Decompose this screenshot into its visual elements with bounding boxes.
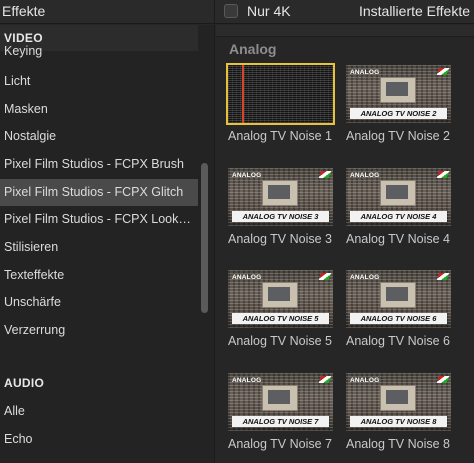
thumb-tag: ANALOG [232, 172, 262, 179]
browser-header: Effekte Nur 4K Installierte Effekte [0, 0, 474, 24]
effect-thumbnail[interactable]: ANALOG ANALOG TV NOISE 3 [228, 168, 333, 226]
header-left: Effekte [0, 0, 215, 24]
effect-thumbnail[interactable]: ANALOG ANALOG TV NOISE 7 [228, 373, 333, 431]
sidebar-item-label: Pixel Film Studios - FCPX Look… [4, 212, 191, 226]
category-sidebar[interactable]: VIDEO Keying VIDEO Licht Masken Nostalgi… [0, 25, 215, 463]
thumb-banner: ANALOG TV NOISE 5 [232, 313, 329, 324]
effect-label: Analog TV Noise 1 [228, 129, 332, 143]
effect-thumbnail[interactable]: ANALOG ANALOG TV NOISE 6 [346, 270, 451, 328]
sidebar-item-verzerrung[interactable]: Verzerrung [0, 317, 198, 344]
group-title: Analog [229, 41, 277, 57]
4k-only-label[interactable]: Nur 4K [247, 3, 291, 19]
thumb-banner: ANALOG TV NOISE 4 [350, 211, 447, 222]
sidebar-item-label: Pixel Film Studios - FCPX Brush [4, 157, 184, 171]
effect-thumbnail[interactable]: ANALOG ANALOG TV NOISE 8 [346, 373, 451, 431]
thumb-banner: ANALOG TV NOISE 8 [350, 416, 447, 427]
sidebar-item-nostalgie[interactable]: Nostalgie [0, 123, 198, 150]
retro-computer-image [380, 385, 416, 411]
sidebar-item-label: Alle [4, 404, 25, 418]
grid-top-edge [216, 25, 474, 37]
retro-computer-image [262, 385, 298, 411]
sidebar-item-label: Masken [4, 102, 48, 116]
installed-effects-dropdown[interactable]: Installierte Effekte [359, 3, 470, 19]
effect-label: Analog TV Noise 4 [346, 232, 450, 246]
thumb-banner: ANALOG TV NOISE 6 [350, 313, 447, 324]
video-section-header-overlay: VIDEO [0, 25, 198, 45]
sidebar-item-licht[interactable]: Licht [0, 68, 198, 95]
glitch-line [242, 65, 244, 123]
effect-thumbnail[interactable]: ANALOG ANALOG TV NOISE 5 [228, 270, 333, 328]
effect-thumbnail[interactable]: ANALOG ANALOG TV NOISE 4 [346, 168, 451, 226]
thumb-tag: ANALOG [350, 377, 380, 384]
audio-heading: AUDIO [4, 376, 45, 390]
sidebar-item-label: Keying [4, 44, 43, 58]
effect-label: Analog TV Noise 8 [346, 437, 450, 451]
sidebar-item-masken[interactable]: Masken [0, 96, 198, 123]
thumb-banner: ANALOG TV NOISE 3 [232, 211, 329, 222]
thumb-tag: ANALOG [232, 377, 262, 384]
sidebar-item-label: Verzerrung [4, 323, 66, 337]
thumb-tag: ANALOG [232, 274, 262, 281]
thumb-banner: ANALOG TV NOISE 7 [232, 416, 329, 427]
sidebar-item-fcpx-looks[interactable]: Pixel Film Studios - FCPX Look… [0, 206, 198, 233]
sidebar-item-label: Stilisieren [4, 240, 59, 254]
thumb-tag: ANALOG [350, 274, 380, 281]
sidebar-item-label: Unschärfe [4, 295, 61, 309]
thumb-tag: ANALOG [350, 69, 380, 76]
sidebar-item-unschaerfe[interactable]: Unschärfe [0, 289, 198, 316]
retro-computer-image [262, 180, 298, 206]
sidebar-item-fcpx-brush[interactable]: Pixel Film Studios - FCPX Brush [0, 151, 198, 178]
sidebar-item-echo[interactable]: Echo [0, 426, 198, 453]
effects-title: Effekte [2, 3, 46, 19]
retro-computer-image [380, 77, 416, 103]
effect-label: Analog TV Noise 3 [228, 232, 332, 246]
sidebar-item-label: Licht [4, 74, 31, 88]
thumb-banner: ANALOG TV NOISE 2 [350, 108, 447, 119]
sidebar-scrollbar[interactable] [201, 163, 208, 313]
sidebar-item-texteffekte[interactable]: Texteffekte [0, 262, 198, 289]
effect-thumbnail[interactable] [226, 63, 335, 125]
effect-label: Analog TV Noise 5 [228, 334, 332, 348]
4k-only-checkbox[interactable] [224, 4, 238, 18]
sidebar-item-label: Nostalgie [4, 129, 57, 143]
effects-grid: Analog Analog TV Noise 1 ANALOG ANALOG T… [216, 25, 474, 463]
sidebar-item-label: Echo [4, 432, 33, 446]
effect-label: Analog TV Noise 2 [346, 129, 450, 143]
effect-thumbnail[interactable]: ANALOG ANALOG TV NOISE 2 [346, 65, 451, 123]
sidebar-item-stilisieren[interactable]: Stilisieren [0, 234, 198, 261]
thumb-tag: ANALOG [350, 172, 380, 179]
retro-computer-image [380, 282, 416, 308]
sidebar-item-fcpx-glitch[interactable]: Pixel Film Studios - FCPX Glitch [0, 179, 198, 206]
retro-computer-image [380, 180, 416, 206]
sidebar-item-label: Pixel Film Studios - FCPX Glitch [4, 185, 184, 199]
sidebar-item-alle[interactable]: Alle [0, 398, 198, 425]
retro-computer-image [262, 282, 298, 308]
sidebar-item-label: Texteffekte [4, 268, 65, 282]
effect-label: Analog TV Noise 7 [228, 437, 332, 451]
video-heading-overlay: VIDEO [4, 31, 43, 45]
effect-label: Analog TV Noise 6 [346, 334, 450, 348]
